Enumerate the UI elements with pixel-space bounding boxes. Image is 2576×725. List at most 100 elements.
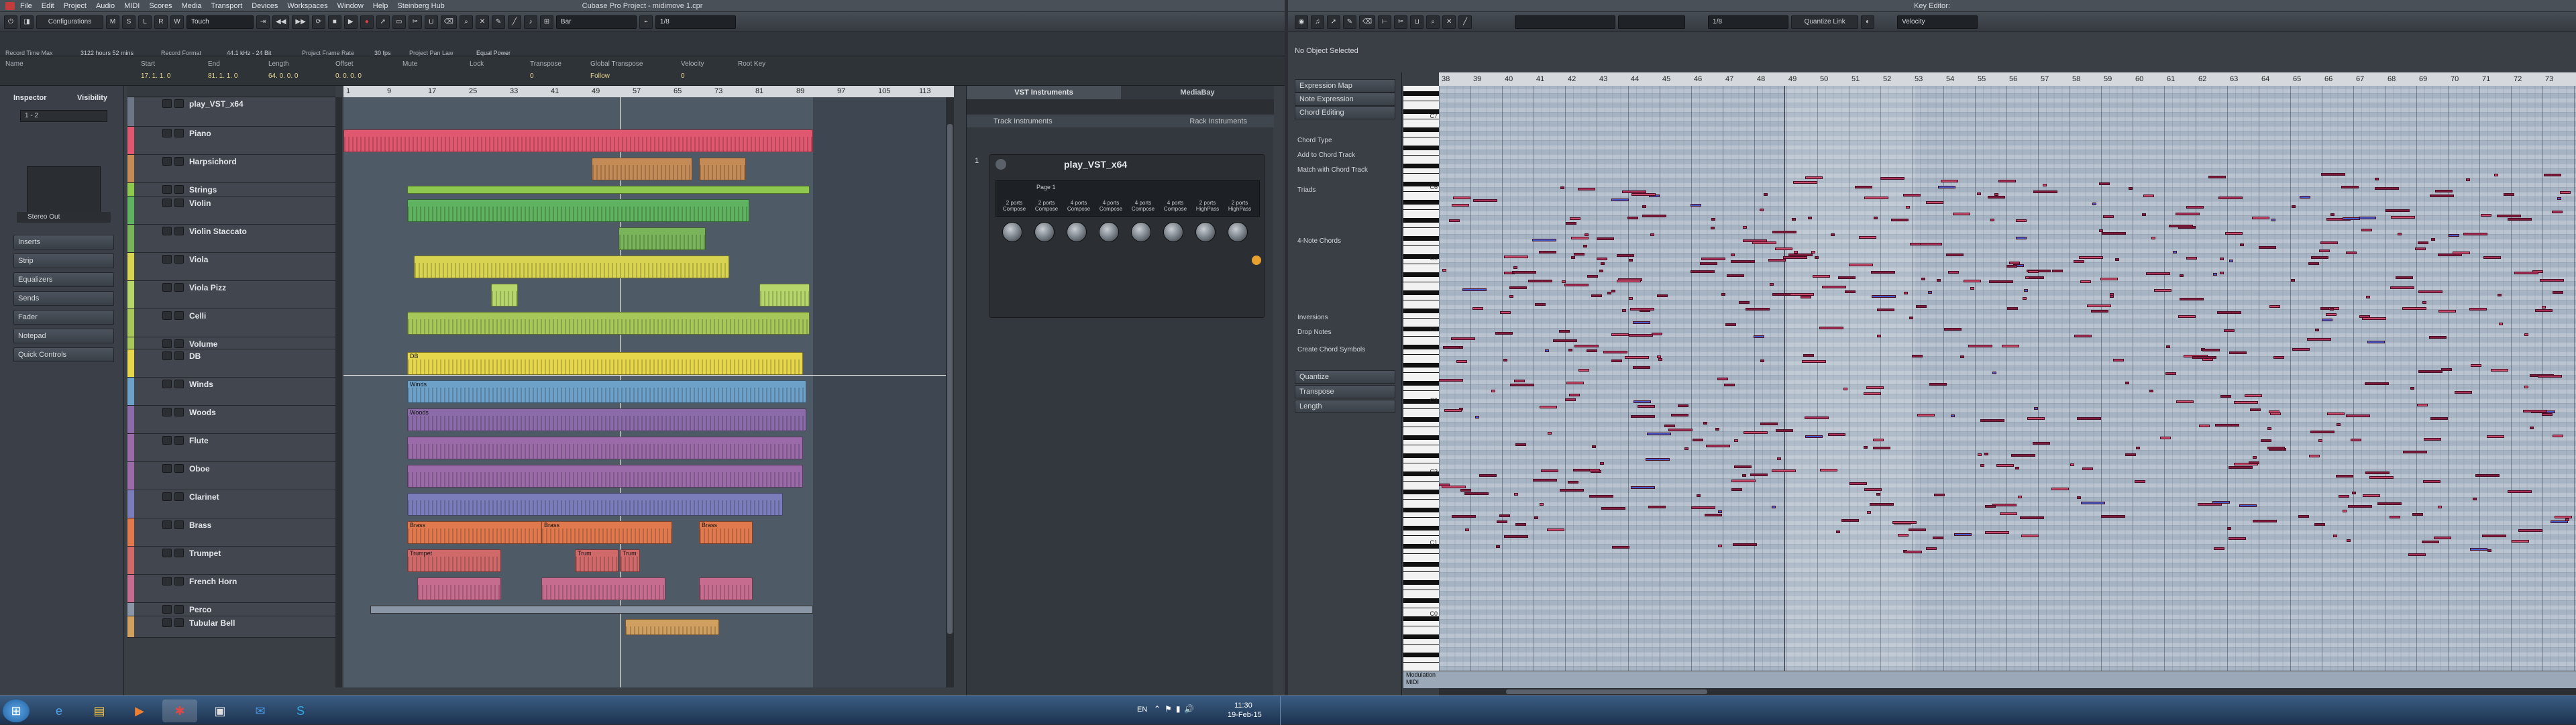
acoustic-feedback-icon[interactable]: ♫	[1311, 15, 1324, 29]
midi-note[interactable]	[2023, 297, 2027, 300]
midi-note[interactable]	[2508, 490, 2532, 493]
event-french-horn[interactable]	[699, 577, 753, 600]
midi-note[interactable]	[2224, 329, 2235, 332]
track-name[interactable]: play_VST_x64	[189, 99, 244, 109]
menu-file[interactable]: File	[20, 0, 32, 12]
midi-note[interactable]	[2318, 439, 2322, 442]
midi-note[interactable]	[2422, 541, 2439, 543]
quick-control-knob[interactable]	[1195, 222, 1216, 242]
mute-button[interactable]	[162, 311, 172, 320]
midi-note[interactable]	[1697, 494, 1701, 497]
solo-button[interactable]	[174, 464, 184, 473]
frame-rate-value[interactable]: 30 fps	[374, 50, 391, 56]
midi-note[interactable]	[2498, 294, 2502, 296]
track-color-strip[interactable]	[127, 97, 134, 126]
midi-note[interactable]	[2359, 217, 2376, 219]
chord-item-drop-notes[interactable]: Drop Notes	[1297, 329, 1332, 336]
midi-note[interactable]	[2347, 539, 2351, 542]
midi-note[interactable]	[1452, 515, 1476, 518]
midi-note[interactable]	[2308, 262, 2319, 265]
quantize-select[interactable]: 1/8	[655, 15, 736, 29]
midi-note[interactable]	[2033, 190, 2057, 193]
track-name[interactable]: DB	[189, 351, 201, 361]
midi-note[interactable]	[1668, 429, 1693, 431]
solo-button[interactable]	[174, 408, 184, 416]
solo-button[interactable]	[174, 436, 184, 445]
mute-button[interactable]	[162, 549, 172, 557]
midi-note[interactable]	[1611, 359, 1622, 362]
inspector-section-sends[interactable]: Sends	[13, 291, 114, 306]
midi-note[interactable]	[2430, 417, 2448, 420]
midi-note[interactable]	[1571, 237, 1589, 239]
grid-type-select[interactable]: Bar	[555, 15, 637, 29]
midi-note[interactable]	[2011, 454, 2035, 457]
piano-keyboard[interactable]: C7 C6 C5 C4 C3 C2 C1 C0	[1403, 86, 1439, 671]
midi-note[interactable]	[2330, 213, 2334, 216]
midi-note[interactable]	[2363, 494, 2380, 497]
midi-note[interactable]	[1611, 333, 1629, 336]
track-harpsichord[interactable]: Harpsichord	[127, 155, 335, 183]
mute-button[interactable]	[162, 351, 172, 360]
midi-note[interactable]	[2020, 516, 2044, 519]
midi-note[interactable]	[1648, 506, 1666, 508]
midi-note[interactable]	[1513, 266, 1517, 269]
midi-note[interactable]	[1657, 294, 1668, 297]
midi-note[interactable]	[2482, 535, 2506, 537]
midi-note[interactable]	[1642, 205, 1646, 208]
chord-item-create-chord-symbols[interactable]: Create Chord Symbols	[1297, 346, 1365, 353]
midi-note[interactable]	[1801, 296, 1811, 298]
track-name[interactable]: Winds	[189, 380, 213, 389]
midi-note[interactable]	[2077, 417, 2101, 420]
track-tubular-bell[interactable]: Tubular Bell	[127, 616, 335, 638]
info-value-length[interactable]: 64. 0. 0. 0	[268, 72, 298, 80]
midi-note[interactable]	[1574, 253, 1585, 256]
midi-note[interactable]	[2051, 488, 2069, 490]
midi-note[interactable]	[2245, 394, 2262, 397]
info-value-start[interactable]: 17. 1. 1. 0	[141, 72, 170, 80]
midi-note[interactable]	[2555, 516, 2572, 518]
midi-note[interactable]	[1497, 520, 1507, 523]
midi-note[interactable]	[1849, 264, 1873, 266]
midi-note[interactable]	[1597, 258, 1607, 260]
midi-note[interactable]	[1631, 415, 1655, 418]
qc-page[interactable]: Page 1	[1036, 184, 1056, 190]
solo-button[interactable]	[174, 227, 184, 235]
track-color-strip[interactable]	[127, 281, 134, 309]
midi-note[interactable]	[2092, 203, 2096, 205]
mute-button[interactable]	[162, 227, 172, 235]
quick-control-knob[interactable]	[1163, 222, 1183, 242]
midi-note[interactable]	[2100, 278, 2118, 280]
quick-control-knob[interactable]	[1228, 222, 1248, 242]
midi-note[interactable]	[2198, 503, 2222, 506]
midi-note[interactable]	[2315, 329, 2319, 331]
midi-note[interactable]	[1776, 429, 1793, 432]
midi-note[interactable]	[1515, 443, 1526, 446]
midi-note[interactable]	[1599, 270, 1603, 272]
midi-note[interactable]	[1733, 543, 1757, 546]
midi-note[interactable]	[1822, 286, 1846, 288]
midi-note[interactable]	[2540, 279, 2564, 282]
record-icon[interactable]: ●	[360, 15, 374, 29]
midi-note[interactable]	[2542, 306, 2546, 309]
inspector-tab[interactable]: Inspector	[13, 94, 64, 106]
track-play-vst-x64[interactable]: play_VST_x64	[127, 97, 335, 127]
midi-note[interactable]	[2270, 412, 2281, 415]
midi-note[interactable]	[1453, 197, 1470, 199]
autoscroll-button[interactable]: ⇥	[256, 15, 270, 29]
part-list-select[interactable]	[1515, 15, 1616, 29]
midi-note[interactable]	[1768, 259, 1786, 262]
midi-note[interactable]	[2220, 395, 2231, 398]
mute-button[interactable]	[162, 436, 172, 445]
zoom-tool-icon[interactable]: ⌕	[459, 15, 473, 29]
left-locator[interactable]	[343, 375, 954, 376]
cubase-taskbar-icon[interactable]: ✱	[162, 700, 197, 722]
midi-note[interactable]	[2000, 512, 2017, 515]
midi-note[interactable]	[1601, 262, 1605, 265]
menu-window[interactable]: Window	[337, 0, 364, 12]
midi-note[interactable]	[1788, 254, 1813, 256]
quick-control-knob[interactable]	[1067, 222, 1087, 242]
mute-button[interactable]	[162, 605, 172, 614]
midi-note[interactable]	[2418, 290, 2443, 293]
automation-mode-select[interactable]: Touch	[186, 15, 254, 29]
midi-note[interactable]	[2327, 412, 2345, 415]
